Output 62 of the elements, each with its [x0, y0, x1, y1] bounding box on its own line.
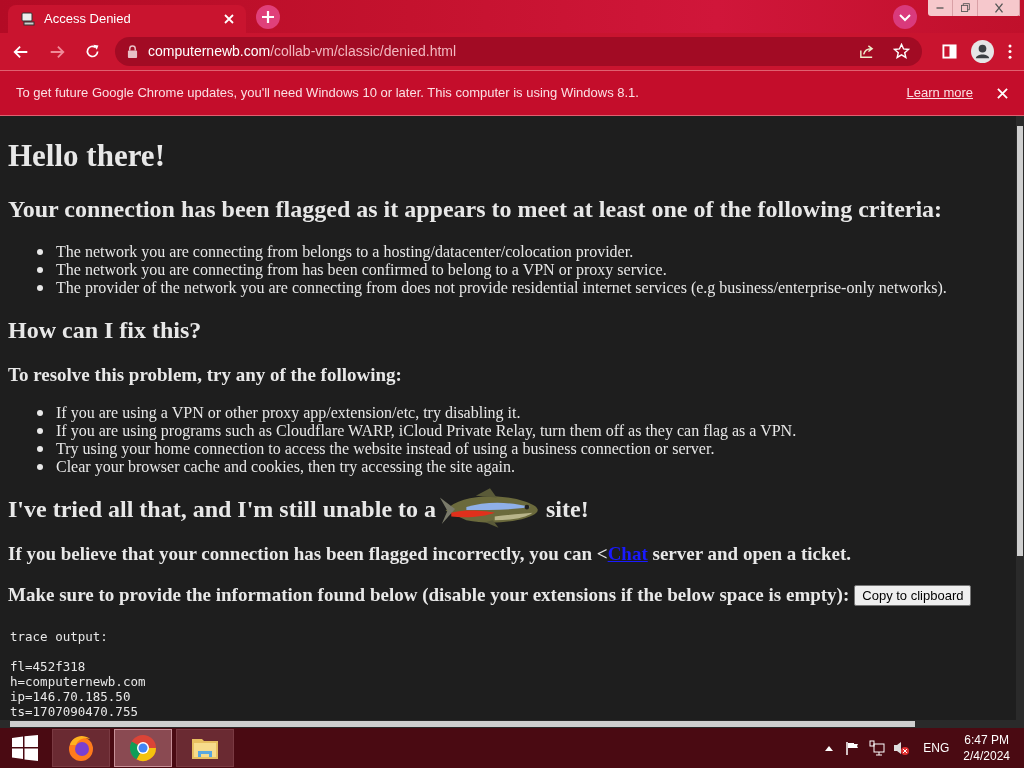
browser-tab[interactable]: Access Denied: [8, 5, 246, 33]
list-item-text: The network you are connecting from belongs to a hosting/datacenter/colocation provider.: [56, 243, 634, 261]
lock-icon: [127, 45, 138, 58]
list-item-text: The provider of the network you are connecting from does not provide residential internet services (e.g business/enterprise-only networks).: [56, 279, 947, 297]
clock-date[interactable]: 2/4/2024: [963, 748, 1010, 764]
computer-icon: [20, 11, 36, 27]
clock-time[interactable]: 6:47 PM: [964, 732, 1009, 748]
address-bar[interactable]: computernewb.com/collab-vm/classic/denied.html: [115, 37, 922, 66]
list-item-text: If you are using programs such as Cloudflare WARP, iCloud Private Relay, turn them off as they can flag as a VPN.: [56, 422, 797, 440]
flag-icon[interactable]: [845, 741, 860, 755]
bullet-icon: [37, 285, 43, 291]
bullet-icon: [37, 267, 43, 273]
section-heading: Your connection has been flagged as it appears to meet at least one of the following criteria:: [8, 195, 944, 223]
tab-title: Access Denied: [44, 10, 132, 29]
chrome-icon: [128, 733, 158, 763]
info-sentence: If you believe that your connection has been flagged incorrectly, you can <Chat server and open a ticket.: [8, 543, 853, 565]
share-icon[interactable]: [858, 43, 875, 60]
url-text: computernewb.com/collab-vm/classic/denied.html: [148, 42, 458, 61]
side-panel-icon[interactable]: [942, 44, 957, 59]
bookmark-star-icon[interactable]: [893, 43, 910, 60]
trace-line: fl=452f318: [10, 659, 87, 674]
copy-button[interactable]: Copy to clipboard: [854, 584, 972, 606]
reload-icon[interactable]: [84, 43, 101, 60]
menu-icon[interactable]: [1008, 44, 1012, 59]
trace-line: ip=146.70.185.50: [10, 689, 132, 704]
trace-line: ts=1707090470.755: [10, 704, 139, 719]
list-item-text: Clear your browser cache and cookies, then try accessing the site again.: [56, 458, 515, 476]
firefox-icon: [66, 733, 96, 763]
close-icon[interactable]: [224, 14, 234, 24]
subheading: To resolve this problem, try any of the following:: [8, 364, 403, 386]
section-heading: I've tried all that, and I'm still unable to a: [8, 495, 437, 523]
horizontal-scrollbar[interactable]: [0, 720, 1024, 728]
list-item-text: The network you are connecting from has been confirmed to belong to a VPN or proxy service.: [56, 261, 667, 279]
close-icon[interactable]: [997, 87, 1008, 99]
vertical-scrollbar[interactable]: [1016, 116, 1024, 720]
taskbar-button[interactable]: [114, 729, 172, 767]
language-indicator[interactable]: ENG: [923, 739, 950, 757]
bullet-icon: [37, 428, 43, 434]
infobar-message: To get future Google Chrome updates, you'll need Windows 10 or later. This computer is using Windows 8.1.: [16, 84, 640, 103]
bullet-icon: [37, 446, 43, 452]
bullet-icon: [37, 410, 43, 416]
list-item-text: Try using your home connection to access the website instead of using a business connection or server.: [56, 440, 715, 458]
new-tab-icon[interactable]: [256, 5, 280, 29]
windows-start-icon[interactable]: [12, 735, 38, 761]
restore-icon[interactable]: [958, 1, 972, 15]
page-heading: Hello there!: [8, 139, 166, 173]
section-heading: site!: [546, 495, 589, 523]
section-heading: How can I fix this?: [8, 316, 203, 344]
learn-more-link[interactable]: Learn more: [906, 83, 973, 103]
bullet-icon: [37, 249, 43, 255]
profile-avatar-icon[interactable]: [971, 40, 994, 63]
tab-search-icon[interactable]: [893, 5, 917, 29]
info-sentence: Make sure to provide the information found below (disable your extensions if the below space is empty):: [8, 584, 850, 606]
show-hidden-icons-icon[interactable]: [825, 745, 834, 751]
bullet-icon: [37, 464, 43, 470]
trace-line: h=computernewb.com: [10, 674, 147, 689]
trace-label: trace output:: [10, 629, 109, 644]
muted-speaker-icon[interactable]: [893, 740, 910, 756]
taskbar-button[interactable]: [176, 729, 234, 767]
list-item-text: If you are using a VPN or other proxy app/extension/etc, try disabling it.: [56, 404, 521, 422]
network-icon[interactable]: [869, 740, 886, 756]
taskbar-button[interactable]: [52, 729, 110, 767]
